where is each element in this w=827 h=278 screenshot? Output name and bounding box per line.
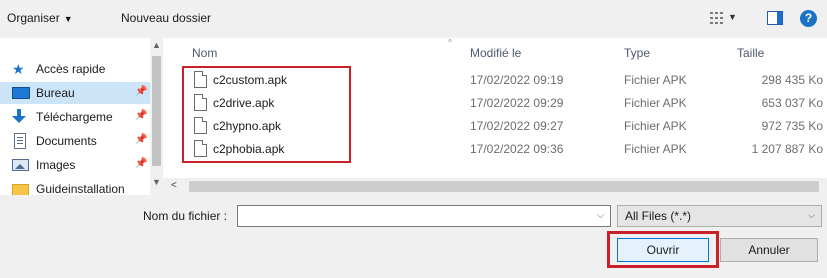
nav-item-label: Téléchargeme — [36, 110, 113, 124]
navigation-pane: ★ Accès rapide Bureau 📌 Téléchargeme 📌 D… — [0, 38, 163, 195]
nav-item-desktop[interactable]: Bureau 📌 — [0, 82, 150, 104]
pin-icon: 📌 — [135, 158, 148, 169]
nav-item-downloads[interactable]: Téléchargeme 📌 — [0, 106, 150, 128]
documents-icon — [12, 133, 30, 149]
view-options-button[interactable]: ▼ — [710, 9, 744, 29]
nav-item-label: Bureau — [36, 86, 75, 100]
file-date: 17/02/2022 09:19 — [470, 73, 564, 87]
nav-item-label: Images — [36, 158, 76, 172]
file-date: 17/02/2022 09:36 — [470, 142, 564, 156]
file-type: Fichier APK — [624, 96, 687, 110]
pin-icon: 📌 — [135, 86, 148, 97]
file-type: Fichier APK — [624, 73, 687, 87]
sort-ascending-icon: ^ — [448, 38, 452, 47]
file-size: 653 037 Ko — [761, 96, 823, 110]
folder-icon — [12, 181, 30, 195]
toolbar: Organiser ▼ Nouveau dossier ▼ ? — [0, 0, 827, 38]
file-type-select[interactable]: All Files (*.*) ⌵ — [617, 205, 822, 227]
nav-item-label: Guideinstallation — [36, 182, 125, 195]
pin-icon: 📌 — [135, 134, 148, 145]
nav-item-quick-access[interactable]: ★ Accès rapide — [0, 58, 150, 80]
chevron-down-icon[interactable]: ⌵ — [597, 210, 604, 221]
new-folder-label: Nouveau dossier — [121, 11, 212, 25]
horizontal-scrollbar[interactable]: < — [163, 178, 827, 195]
scroll-thumb[interactable] — [189, 181, 819, 192]
file-size: 298 435 Ko — [761, 73, 823, 87]
nav-item-images[interactable]: Images 📌 — [0, 154, 150, 176]
chevron-up-icon[interactable]: ▲ — [152, 40, 161, 50]
column-header-modified[interactable]: Modifié le — [470, 46, 521, 60]
organize-button[interactable]: Organiser ▼ — [7, 11, 73, 25]
download-icon — [12, 109, 30, 125]
file-type: Fichier APK — [624, 142, 687, 156]
desktop-icon — [12, 85, 30, 101]
organize-label: Organiser — [7, 11, 60, 25]
nav-item-guideinstallation[interactable]: Guideinstallation — [0, 178, 150, 195]
chevron-down-icon[interactable]: ▼ — [152, 177, 161, 187]
help-icon[interactable]: ? — [800, 10, 817, 27]
file-type-value: All Files (*.*) — [625, 209, 692, 223]
chevron-left-icon[interactable]: < — [171, 180, 177, 191]
column-header-name[interactable]: Nom — [192, 46, 217, 60]
file-size: 972 735 Ko — [761, 119, 823, 133]
chevron-down-icon: ▼ — [63, 14, 73, 24]
column-header-size[interactable]: Taille — [737, 46, 764, 60]
files-highlight-box — [182, 66, 351, 163]
filename-label: Nom du fichier : — [143, 209, 228, 223]
open-highlight-box — [607, 231, 719, 268]
nav-item-label: Documents — [36, 134, 97, 148]
file-date: 17/02/2022 09:27 — [470, 119, 564, 133]
scroll-thumb[interactable] — [152, 56, 161, 166]
cancel-button[interactable]: Annuler — [720, 238, 818, 262]
preview-pane-icon[interactable] — [767, 11, 783, 25]
star-icon: ★ — [12, 61, 25, 77]
file-type: Fichier APK — [624, 119, 687, 133]
details-view-icon — [710, 12, 723, 24]
images-icon — [12, 157, 30, 173]
chevron-down-icon: ⌵ — [808, 210, 815, 220]
chevron-down-icon: ▼ — [728, 12, 737, 22]
column-header-type[interactable]: Type — [624, 46, 650, 60]
file-date: 17/02/2022 09:29 — [470, 96, 564, 110]
filename-input[interactable]: ⌵ — [237, 205, 611, 227]
nav-item-documents[interactable]: Documents 📌 — [0, 130, 150, 152]
nav-item-label: Accès rapide — [36, 62, 106, 76]
nav-scrollbar[interactable]: ▲ ▼ — [150, 38, 163, 195]
file-size: 1 207 887 Ko — [751, 142, 823, 156]
dialog-footer: Nom du fichier : ⌵ All Files (*.*) ⌵ Ouv… — [0, 195, 827, 278]
pin-icon: 📌 — [135, 110, 148, 121]
new-folder-button[interactable]: Nouveau dossier — [121, 11, 211, 25]
